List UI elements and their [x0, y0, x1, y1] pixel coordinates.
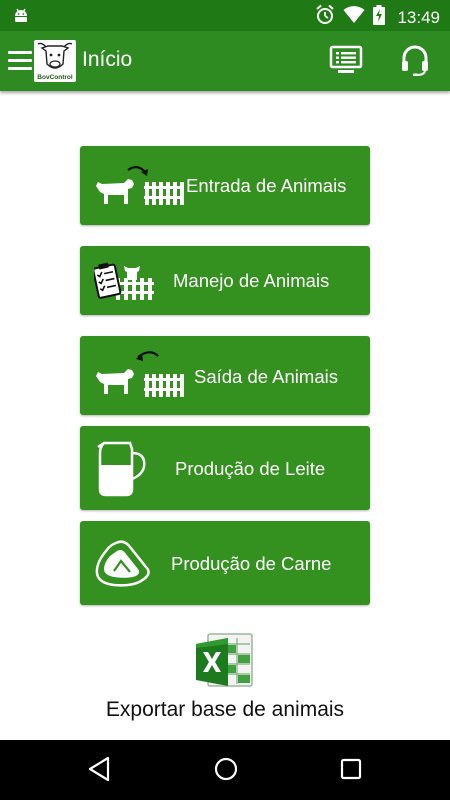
android-debug-icon	[12, 6, 30, 29]
wifi-icon	[343, 6, 365, 29]
cow-leaving-fence-icon	[94, 348, 186, 409]
menu-card-label: Produção de Carne	[171, 553, 332, 574]
list-screen-icon[interactable]	[329, 44, 363, 81]
menu-card-label: Entrada de Animais	[186, 175, 347, 196]
bovcontrol-logo: BovControl	[34, 40, 76, 82]
battery-charging-icon	[373, 5, 386, 30]
hamburger-menu-icon[interactable]	[8, 51, 32, 71]
nav-recents-icon[interactable]	[338, 754, 364, 789]
headset-support-icon[interactable]	[400, 44, 430, 81]
menu-card-entrada-animais[interactable]: Entrada de Animais	[80, 146, 370, 225]
clipboard-cow-icon	[92, 258, 156, 309]
app-toolbar: BovControl Início	[0, 31, 450, 91]
menu-card-label: Manejo de Animais	[173, 270, 330, 291]
meat-cut-icon	[94, 539, 154, 594]
menu-card-manejo-animais[interactable]: Manejo de Animais	[80, 246, 370, 315]
page-title: Início	[82, 48, 133, 71]
menu-card-label: Produção de Leite	[175, 458, 326, 479]
cow-entering-fence-icon	[94, 164, 186, 217]
nav-back-icon[interactable]	[86, 754, 112, 789]
alarm-icon	[315, 4, 335, 31]
system-nav-bar	[0, 740, 450, 800]
milk-jug-icon	[96, 439, 150, 502]
menu-card-producao-leite[interactable]: Produção de Leite	[80, 426, 370, 510]
menu-card-label: Saída de Animais	[194, 366, 338, 387]
menu-card-producao-carne[interactable]: Produção de Carne	[80, 521, 370, 605]
menu-card-saida-animais[interactable]: Saída de Animais	[80, 336, 370, 415]
logo-text: BovControl	[37, 74, 73, 81]
export-animals-button[interactable]: Exportar base de animais	[0, 626, 450, 726]
status-bar: 13:49	[0, 0, 450, 31]
excel-icon	[194, 630, 256, 697]
export-animals-label: Exportar base de animais	[105, 698, 345, 721]
clock-time: 13:49	[397, 7, 440, 27]
nav-home-icon[interactable]	[212, 754, 240, 789]
